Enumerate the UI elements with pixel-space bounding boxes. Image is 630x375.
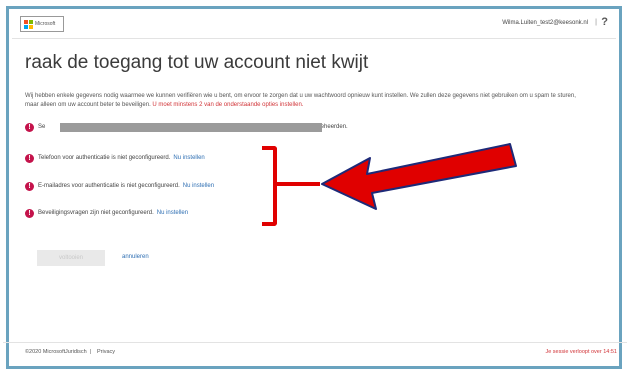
session-timer: Je sessie verloopt over 14:51: [545, 349, 617, 355]
privacy-link[interactable]: Privacy: [97, 349, 115, 355]
footer-separator: |: [90, 349, 92, 355]
copyright-text: ©2020 Microsoft: [25, 349, 66, 355]
cancel-link[interactable]: annuleren: [122, 254, 149, 260]
footer: ©2020 Microsoft Juridisch | Privacy Je s…: [3, 342, 627, 358]
finish-button[interactable]: voltooien: [37, 250, 105, 266]
legal-link[interactable]: Juridisch: [65, 349, 87, 355]
annotation-arrow-icon: [321, 143, 517, 210]
